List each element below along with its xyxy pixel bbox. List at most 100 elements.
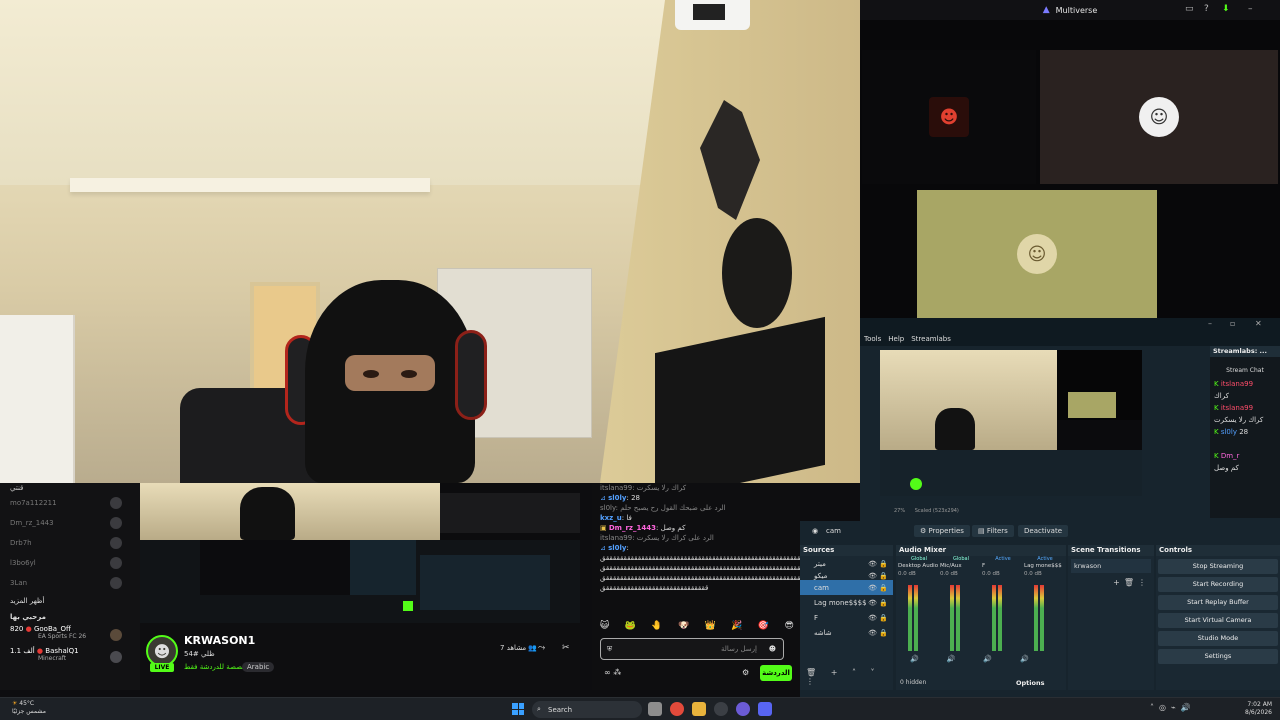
source-item[interactable]: Lag mone$$$$ 👁 🔒 xyxy=(800,595,893,610)
studio-preview[interactable] xyxy=(880,350,1142,496)
source-item[interactable]: ميكو 👁 🔒 xyxy=(800,571,893,580)
eye-lock-icon[interactable]: 👁 🔒 xyxy=(868,614,888,622)
weather-widget[interactable]: ☀ 45°C مشمس جزئيًا xyxy=(12,700,46,716)
minimize-icon[interactable]: – xyxy=(1248,4,1253,14)
sources-toolbar[interactable]: 🗑 + ˄ ˅ ⋮ xyxy=(806,668,893,686)
emote-icon[interactable]: 🤚 xyxy=(651,621,662,635)
maximize-icon[interactable]: ▫ xyxy=(1230,319,1235,328)
controls-panel: Controls Stop Streaming Start Recording … xyxy=(1156,545,1280,690)
minimize-icon[interactable]: – xyxy=(1208,319,1212,328)
emote-icon[interactable]: 🎉 xyxy=(731,621,742,635)
eye-lock-icon[interactable]: 👁 🔒 xyxy=(868,572,888,580)
menu-help[interactable]: Help xyxy=(888,335,904,343)
eye-lock-icon[interactable]: 👁 🔒 xyxy=(868,560,888,568)
chat-input[interactable]: إرسل رسالة ☻ ⛨ xyxy=(600,638,784,660)
streamer xyxy=(285,280,490,483)
channel-name: Desktop Audio xyxy=(898,563,939,569)
emote-icon[interactable]: 🎯 xyxy=(758,621,769,635)
obs-dock-area: ◉ cam ⚙ Properties ▤ Filters Deactivate … xyxy=(800,521,1280,697)
emote-icon[interactable]: 🐶 xyxy=(678,621,689,635)
clock[interactable]: 7:02 AM 8/6/2026 xyxy=(1245,701,1272,717)
chat-username[interactable]: kxz_u xyxy=(600,514,622,522)
emote-icon[interactable]: 🐸 xyxy=(625,621,636,635)
source-label: ميتر xyxy=(814,559,826,568)
chrome-icon[interactable] xyxy=(670,702,684,716)
chat-dock: Streamlabs: ... Stream Chat K itslana99 … xyxy=(1210,346,1280,518)
preview-tile xyxy=(1068,392,1116,418)
settings-button[interactable]: Settings xyxy=(1158,649,1278,664)
emote-icon[interactable]: 😺 xyxy=(600,621,609,635)
chat-text: كم وصل xyxy=(1214,464,1239,472)
window-controls: – ▫ ✕ xyxy=(860,318,1280,332)
chat-username[interactable]: sl0ly xyxy=(608,544,626,552)
followed-channel[interactable]: l3bo6yl xyxy=(0,553,140,573)
participant-tile-active[interactable]: ☺ xyxy=(917,190,1157,318)
followed-channel[interactable]: mo7a112211 xyxy=(0,493,140,513)
eye-lock-icon[interactable]: 👁 🔒 xyxy=(868,584,888,592)
system-tray[interactable]: ˄◎⌁🔊 xyxy=(1150,703,1196,712)
emote-icon[interactable]: 👑 xyxy=(705,621,716,635)
stream-player[interactable] xyxy=(140,483,580,623)
help-icon[interactable]: ? xyxy=(1204,4,1209,14)
emoji-icon[interactable]: ☻ xyxy=(769,645,776,653)
followed-channel[interactable]: Dm_rz_1443 xyxy=(0,513,140,533)
discord-icon[interactable] xyxy=(758,702,772,716)
chat-username: sl0ly xyxy=(1220,428,1237,436)
chat-username: Dm_r xyxy=(1220,452,1240,460)
clip-icon[interactable]: ✂ xyxy=(562,643,570,653)
crown-molding xyxy=(70,178,430,192)
transition-toolbar[interactable]: +🗑⋮ xyxy=(1113,578,1150,587)
followed-channel[interactable]: 3Lan xyxy=(0,573,140,593)
player-streamer xyxy=(240,487,295,540)
search-box[interactable]: ⌕ Search xyxy=(532,701,642,718)
emote-icon[interactable]: 😎 xyxy=(785,621,794,635)
chat-username[interactable]: sl0ly xyxy=(608,494,626,502)
start-button[interactable] xyxy=(512,703,524,715)
mute-buttons[interactable]: 🔊🔊🔊🔊 xyxy=(910,655,1057,663)
properties-button[interactable]: ⚙ Properties xyxy=(914,525,970,537)
download-icon[interactable]: ⬇ xyxy=(1222,4,1230,14)
studio-mode-button[interactable]: Studio Mode xyxy=(1158,631,1278,646)
layout-icon[interactable]: ▭ xyxy=(1185,4,1194,14)
show-more-link[interactable]: أظهر المزيد xyxy=(0,593,140,609)
source-item-selected[interactable]: cam 👁 🔒 xyxy=(800,580,893,595)
task-view-icon[interactable] xyxy=(648,702,662,716)
badge-icon: ⛨ xyxy=(607,644,613,653)
browser-icon[interactable] xyxy=(736,702,750,716)
followed-channel[interactable]: Drb7h xyxy=(0,533,140,553)
source-item[interactable]: ميتر 👁 🔒 xyxy=(800,556,893,571)
start-virtual-camera-button[interactable]: Start Virtual Camera xyxy=(1158,613,1278,628)
language-tag[interactable]: Arabic xyxy=(242,662,275,672)
file-explorer-icon[interactable] xyxy=(692,702,706,716)
close-icon[interactable]: ✕ xyxy=(1255,319,1262,328)
mixer-options-button[interactable]: Options xyxy=(1016,679,1044,687)
streamer-name[interactable]: KRWASON1 xyxy=(184,634,255,647)
deactivate-button[interactable]: Deactivate xyxy=(1018,525,1069,537)
recommended-channel[interactable]: 1.1 ألف ● BashalQ1 Minecraft xyxy=(0,647,140,669)
start-replay-buffer-button[interactable]: Start Replay Buffer xyxy=(1158,595,1278,610)
gear-icon[interactable]: ⚙ xyxy=(742,668,749,677)
selected-source-label: cam xyxy=(826,527,841,535)
send-button[interactable]: الدردشة xyxy=(760,665,792,681)
start-recording-button[interactable]: Start Recording xyxy=(1158,577,1278,592)
participant-tile[interactable]: ☻ xyxy=(862,50,1036,184)
multiverse-logo-icon: ▲ xyxy=(1042,5,1050,15)
chat-message: قققققققققققققققققققققققققققققق xyxy=(600,584,709,592)
recommended-channel[interactable]: 820 ● GooBa_Off EA Sports FC 26 xyxy=(0,625,140,647)
menu-tools[interactable]: Tools xyxy=(864,335,881,343)
menu-streamlabs[interactable]: Streamlabs xyxy=(911,335,951,343)
eye-lock-icon[interactable]: 👁 🔒 xyxy=(868,599,888,607)
filters-button[interactable]: ▤ Filters xyxy=(972,525,1014,537)
obs-icon[interactable] xyxy=(714,702,728,716)
points-icon[interactable]: ∞ ⁂ xyxy=(604,668,621,677)
source-item[interactable]: F 👁 🔒 xyxy=(800,610,893,625)
stop-streaming-button[interactable]: Stop Streaming xyxy=(1158,559,1278,574)
avatar xyxy=(110,517,122,529)
share-icon[interactable]: ⤳ xyxy=(538,643,545,653)
participant-tile[interactable]: ☺ xyxy=(1040,50,1278,184)
eye-lock-icon[interactable]: 👁 🔒 xyxy=(868,629,888,637)
source-item[interactable]: شاشه 👁 🔒 xyxy=(800,625,893,640)
chat-username[interactable]: Dm_rz_1443 xyxy=(609,524,656,532)
stream-category[interactable]: مخصصة للدردشة فقط xyxy=(184,663,250,671)
transition-select[interactable]: krwason xyxy=(1071,559,1151,573)
